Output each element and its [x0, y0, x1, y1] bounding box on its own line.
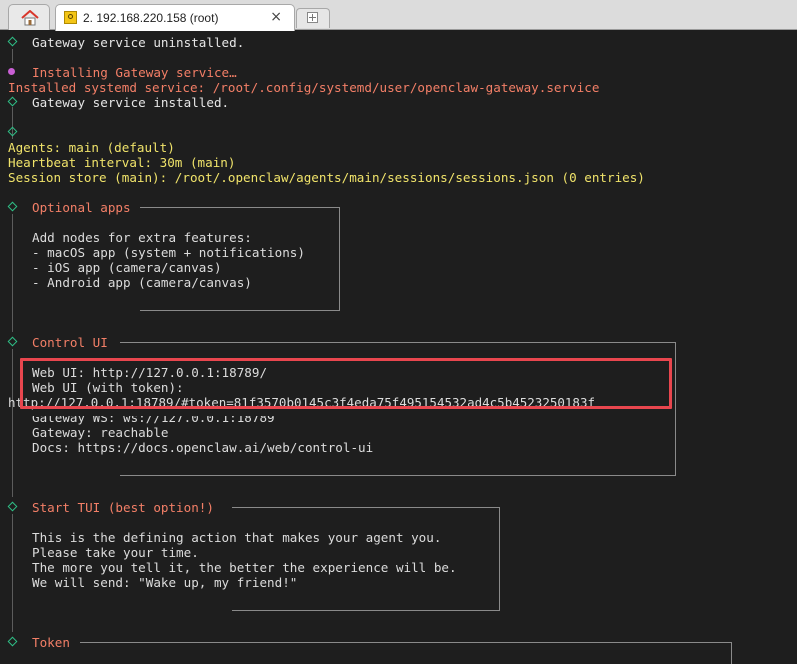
optional-apps-line: - macOS app (system + notifications) [32, 245, 305, 260]
gutter-line [12, 514, 13, 632]
terminal-output[interactable]: Gateway service uninstalled. Installing … [0, 30, 797, 664]
docs-line[interactable]: Docs: https://docs.openclaw.ai/web/contr… [32, 440, 373, 455]
start-tui-line: The more you tell it, the better the exp… [32, 560, 457, 575]
gutter-line [12, 349, 13, 497]
box-top-border [120, 342, 676, 343]
gateway-status-line: Gateway: reachable [32, 425, 169, 440]
box-top-border [232, 507, 500, 508]
close-icon[interactable]: × [270, 9, 282, 25]
gutter-line [12, 49, 13, 63]
agents-line: Agents: main (default) [8, 140, 175, 155]
gateway-uninstalled-line: Gateway service uninstalled. [32, 35, 245, 50]
token-box [80, 642, 732, 664]
gateway-installed-line: Gateway service installed. [32, 95, 230, 110]
step-done-icon [7, 501, 18, 512]
control-ui-title: Control UI [32, 335, 116, 350]
step-done-icon [7, 36, 18, 47]
installed-path-line: Installed systemd service: /root/.config… [8, 80, 600, 95]
plus-icon [307, 12, 318, 23]
step-done-icon [7, 336, 18, 347]
key-icon [64, 11, 77, 24]
start-tui-line: We will send: "Wake up, my friend!" [32, 575, 298, 590]
new-tab-button[interactable] [296, 8, 330, 28]
installing-line: Installing Gateway service… [32, 65, 237, 80]
highlight-box [20, 358, 672, 409]
step-done-icon [7, 636, 18, 647]
start-tui-line: Please take your time. [32, 545, 199, 560]
step-done-icon [7, 201, 18, 212]
box-top-border [140, 207, 340, 208]
home-tab[interactable] [8, 4, 50, 30]
optional-apps-line: - Android app (camera/canvas) [32, 275, 252, 290]
tab-bar: 2. 192.168.220.158 (root) × [0, 0, 797, 31]
heartbeat-line: Heartbeat interval: 30m (main) [8, 155, 236, 170]
tab-session[interactable]: 2. 192.168.220.158 (root) × [55, 4, 295, 31]
start-tui-box [232, 507, 500, 611]
box-top-border [80, 642, 732, 643]
spinner-icon [8, 68, 15, 75]
optional-apps-line: Add nodes for extra features: [32, 230, 252, 245]
optional-apps-title: Optional apps [32, 200, 137, 215]
step-done-icon [7, 96, 18, 107]
optional-apps-line: - iOS app (camera/canvas) [32, 260, 222, 275]
token-title: Token [32, 635, 78, 650]
start-tui-line: This is the defining action that makes y… [32, 530, 442, 545]
gutter-line [12, 214, 13, 332]
tab-session-label: 2. 192.168.220.158 (root) [83, 11, 219, 25]
session-store-line: Session store (main): /root/.openclaw/ag… [8, 170, 645, 185]
step-done-icon [7, 126, 18, 137]
start-tui-title: Start TUI (best option!) [32, 500, 220, 515]
home-icon [21, 10, 39, 26]
